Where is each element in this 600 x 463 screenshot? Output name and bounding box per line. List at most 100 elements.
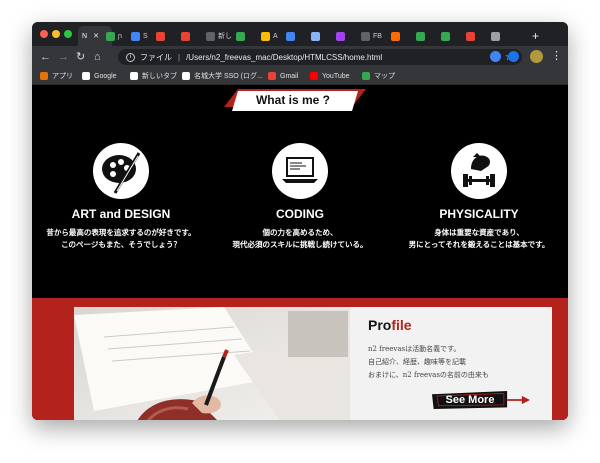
- profile-line: 自己紹介、経歴、趣味等を記載: [368, 358, 466, 366]
- feature-art: ART and DESIGN 昔から最高の表現を追求するのが好きです。 このペー…: [46, 143, 196, 251]
- feature-desc-line: 昔から最高の表現を追求するのが好きです。: [46, 228, 196, 237]
- info-icon[interactable]: i: [126, 52, 135, 62]
- tab-favicon-icon: [311, 31, 320, 41]
- feature-desc-line: 個の力を高めるため、: [262, 228, 338, 237]
- profile-line: おまけに、n2 freevasの名前の由来も: [368, 371, 489, 379]
- youtube-icon: [310, 72, 318, 80]
- tab-label: S: [143, 32, 148, 40]
- tab-3[interactable]: [156, 26, 168, 46]
- tab-6[interactable]: [236, 26, 248, 46]
- tab-favicon-icon: [441, 31, 450, 41]
- close-window-button[interactable]: [40, 30, 48, 38]
- strength-icon: [451, 143, 507, 199]
- address-bar[interactable]: i ファイル | /Users/n2_freevas_mac/Desktop/H…: [118, 49, 522, 65]
- bookmark-item[interactable]: マップ: [362, 70, 395, 82]
- bookmark-item[interactable]: 名城大学 SSO (ログ...: [182, 70, 263, 82]
- bookmark-item[interactable]: Gmail: [268, 70, 298, 82]
- profile-card: Profile n2 freevasは活動名義です。 自己紹介、経歴、趣味等を記…: [350, 307, 552, 420]
- tab-label: ɲ: [118, 32, 122, 40]
- file-scheme-label: ファイル: [140, 52, 172, 62]
- tab-favicon-icon: [361, 31, 370, 41]
- tab-icon: [130, 72, 138, 80]
- tab-5[interactable]: 新し: [206, 26, 232, 46]
- tab-8[interactable]: [286, 26, 298, 46]
- tab-9[interactable]: [311, 26, 323, 46]
- tab-12[interactable]: [391, 26, 403, 46]
- profile-photo: [74, 307, 350, 420]
- see-more-button[interactable]: [432, 391, 530, 409]
- tab-4[interactable]: [181, 26, 193, 46]
- url-text[interactable]: /Users/n2_freevas_mac/Desktop/HTMLCSS/ho…: [186, 53, 382, 62]
- new-tab-button[interactable]: +: [532, 26, 539, 46]
- tab-favicon-icon: [131, 31, 140, 41]
- google-icon: [82, 72, 90, 80]
- profile-description: n2 freevasは活動名義です。 自己紹介、経歴、趣味等を記載 おまけに、n…: [368, 343, 489, 382]
- tab-13[interactable]: [416, 26, 428, 46]
- sso-icon: [182, 72, 190, 80]
- profile-section: Profile n2 freevasは活動名義です。 自己紹介、経歴、趣味等を記…: [32, 298, 568, 420]
- tab-favicon-icon: [391, 31, 400, 41]
- feature-desc-line: 身体は重要な資産であり、: [434, 228, 524, 237]
- browser-window: N ✕ ɲ S 新し A FB + ← → ↻ ⌂ i ファイル | /Users/n2…: [32, 22, 568, 420]
- bookmark-label: Gmail: [280, 72, 299, 80]
- bookmark-item[interactable]: アプリ: [40, 70, 73, 82]
- tab-favicon-icon: [491, 31, 500, 41]
- tab-1[interactable]: ɲ: [106, 26, 122, 46]
- section-title: What is me ?: [255, 93, 330, 107]
- bookmark-item[interactable]: Google: [82, 70, 117, 82]
- bookmark-item[interactable]: 新しいタブ: [130, 70, 177, 82]
- forward-icon[interactable]: →: [58, 50, 69, 64]
- tab-favicon-icon: [206, 31, 215, 41]
- arrow-right-icon: [521, 395, 530, 405]
- tab-7[interactable]: A: [261, 26, 278, 46]
- minimize-window-button[interactable]: [52, 30, 60, 38]
- profile-title-accent: file: [391, 317, 412, 333]
- bookmark-label: アプリ: [52, 73, 73, 80]
- web-page: What is me ? ART and DESIGN 昔から最高の表現を追求す…: [32, 85, 568, 420]
- tab-label: N: [82, 32, 88, 40]
- menu-kebab-icon[interactable]: ⋮: [551, 49, 562, 62]
- tab-14[interactable]: [441, 26, 453, 46]
- profile-title-main: Pro: [368, 317, 392, 333]
- tab-label: FB: [373, 32, 382, 40]
- tab-close-icon[interactable]: ✕: [93, 32, 99, 40]
- tab-favicon-icon: [236, 31, 245, 41]
- tab-11[interactable]: FB: [361, 26, 382, 46]
- tab-15[interactable]: [466, 26, 478, 46]
- extension-a-icon[interactable]: [508, 51, 519, 62]
- home-icon[interactable]: ⌂: [94, 50, 101, 64]
- extension-add-icon[interactable]: [490, 51, 501, 62]
- maps-icon: [362, 72, 370, 80]
- tab-10[interactable]: [336, 26, 348, 46]
- bookmark-label: 新しいタブ: [142, 73, 177, 80]
- gmail-icon: [268, 72, 276, 80]
- bookmark-label: マップ: [374, 73, 395, 80]
- browser-toolbar: ← → ↻ ⌂ i ファイル | /Users/n2_freevas_mac/D…: [32, 46, 568, 68]
- feature-desc-line: このページもまた、そうでしょう？: [61, 240, 181, 249]
- feature-desc-line: 現代必須のスキルに挑戦し続けている。: [232, 240, 368, 249]
- profile-avatar[interactable]: [530, 50, 543, 63]
- bookmarks-bar: アプリ Google 新しいタブ 名城大学 SSO (ログ... Gmail YouTub…: [32, 68, 568, 85]
- profile-title: Profile: [368, 317, 412, 333]
- feature-desc-line: 男にとってそれを鍛えることは基本です。: [408, 240, 550, 249]
- tab-favicon-icon: [181, 31, 190, 41]
- bookmark-item[interactable]: YouTube: [310, 70, 350, 82]
- bookmark-label: Google: [94, 72, 117, 80]
- feature-physicality: PHYSICALITY 身体は重要な資産であり、 男にとってそれを鍛えることは基…: [404, 143, 554, 251]
- profile-line: n2 freevasは活動名義です。: [368, 345, 461, 353]
- tab-label: A: [273, 32, 278, 40]
- feature-title: ART and DESIGN: [71, 207, 171, 221]
- tab-2[interactable]: S: [131, 26, 148, 46]
- apps-grid-icon: [40, 72, 48, 80]
- reload-icon[interactable]: ↻: [76, 50, 85, 64]
- zoom-window-button[interactable]: [64, 30, 72, 38]
- bookmark-label: 名城大学 SSO (ログ...: [194, 73, 263, 80]
- back-icon[interactable]: ←: [40, 50, 51, 64]
- tab-favicon-icon: [106, 31, 115, 41]
- feature-coding: CODING 個の力を高めるため、 現代必須のスキルに挑戦し続けている。: [225, 143, 375, 251]
- feature-title: CODING: [276, 207, 324, 221]
- tab-favicon-icon: [466, 31, 475, 41]
- tab-favicon-icon: [336, 31, 345, 41]
- tab-favicon-icon: [416, 31, 425, 41]
- tab-16[interactable]: [491, 26, 503, 46]
